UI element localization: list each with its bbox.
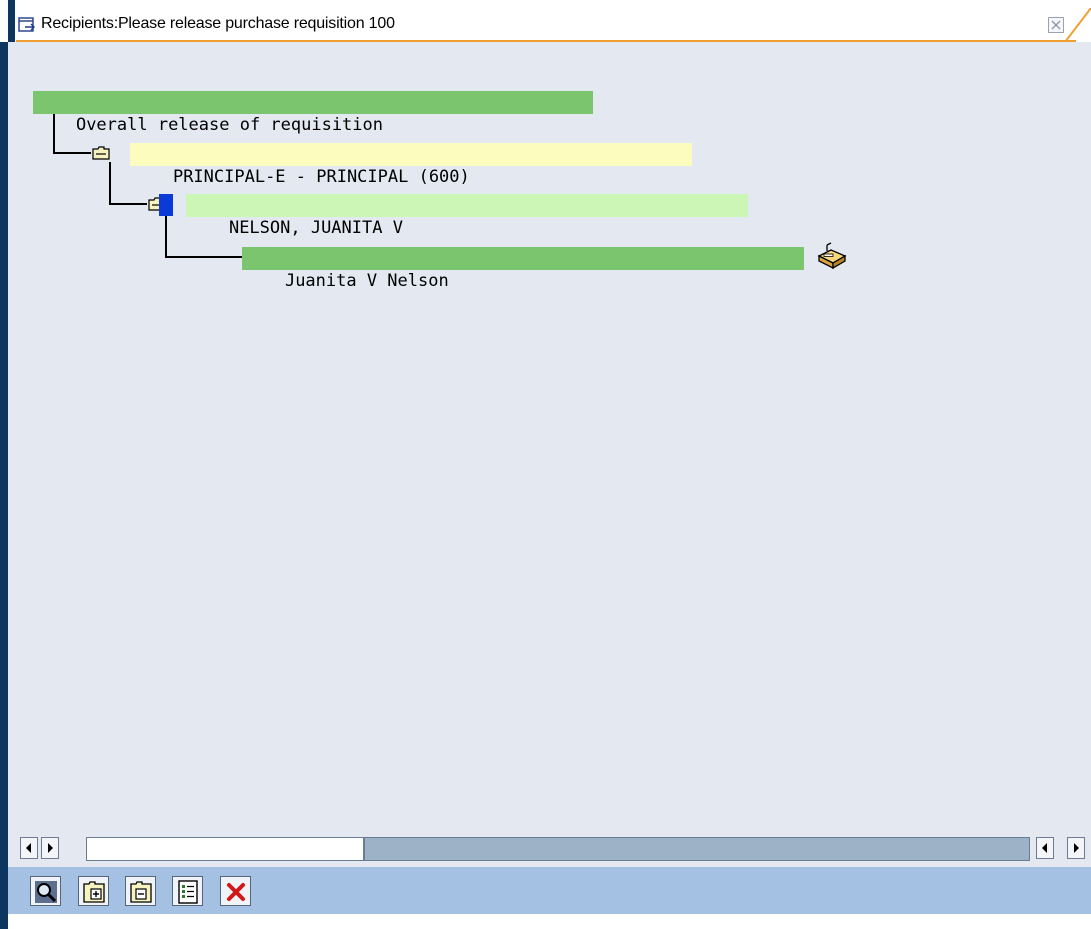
close-button[interactable] [1048, 17, 1064, 33]
title-bar-accent [8, 0, 15, 42]
scroll-thumb[interactable] [364, 837, 1030, 861]
tree-node-user[interactable]: NELSON, JUANITA V [186, 194, 748, 238]
arrow-left-icon [26, 843, 31, 853]
scroll-track[interactable] [86, 837, 364, 861]
expand-icon [83, 881, 105, 903]
selection-marker [159, 194, 173, 216]
tree-node-label: NELSON, JUANITA V [228, 218, 403, 238]
cancel-icon [227, 883, 245, 901]
arrow-left-icon [1042, 843, 1047, 853]
scroll-right-button[interactable] [41, 837, 59, 859]
tree-node-root[interactable]: Overall release of requisition [33, 91, 593, 135]
folder-icon[interactable] [92, 146, 110, 160]
dialog-icon [18, 17, 35, 32]
find-button[interactable] [30, 876, 61, 906]
tree-connector [53, 152, 91, 154]
tree-node-label: PRINCIPAL-E - PRINCIPAL (600) [172, 167, 470, 187]
tree-connector [165, 216, 167, 257]
horizontal-scrollbar[interactable] [8, 835, 1091, 867]
scroll-left-button-right-pane[interactable] [1036, 837, 1054, 859]
collapse-icon [130, 881, 152, 903]
find-icon [35, 881, 57, 903]
recipients-tree: Overall release of requisition PRINCIPAL… [8, 42, 1091, 835]
details-button[interactable] [172, 876, 203, 906]
scroll-left-button[interactable] [20, 837, 38, 859]
dialog-title: Recipients:Please release purchase requi… [41, 15, 395, 32]
tree-node-label: Juanita V Nelson [284, 271, 449, 291]
inbox-icon[interactable] [815, 242, 849, 272]
expand-button[interactable] [78, 876, 109, 906]
tree-node-label: Overall release of requisition [75, 115, 383, 135]
scroll-right-button-right-pane[interactable] [1067, 837, 1085, 859]
window-bottom-edge [8, 914, 1091, 929]
collapse-button[interactable] [125, 876, 156, 906]
tree-toolbar [8, 867, 1091, 914]
window-frame-left [0, 42, 8, 929]
close-icon [1051, 20, 1061, 30]
cancel-button[interactable] [220, 876, 251, 906]
tree-node-position[interactable]: PRINCIPAL-E - PRINCIPAL (600) [130, 143, 692, 187]
arrow-right-icon [48, 843, 53, 853]
dialog-title-bar: Recipients:Please release purchase requi… [8, 0, 1091, 43]
tree-connector [109, 162, 111, 205]
arrow-right-icon [1074, 843, 1079, 853]
details-icon [178, 880, 198, 904]
title-bar-slope [1065, 8, 1091, 43]
tree-node-recipient[interactable]: Juanita V Nelson [242, 247, 804, 291]
